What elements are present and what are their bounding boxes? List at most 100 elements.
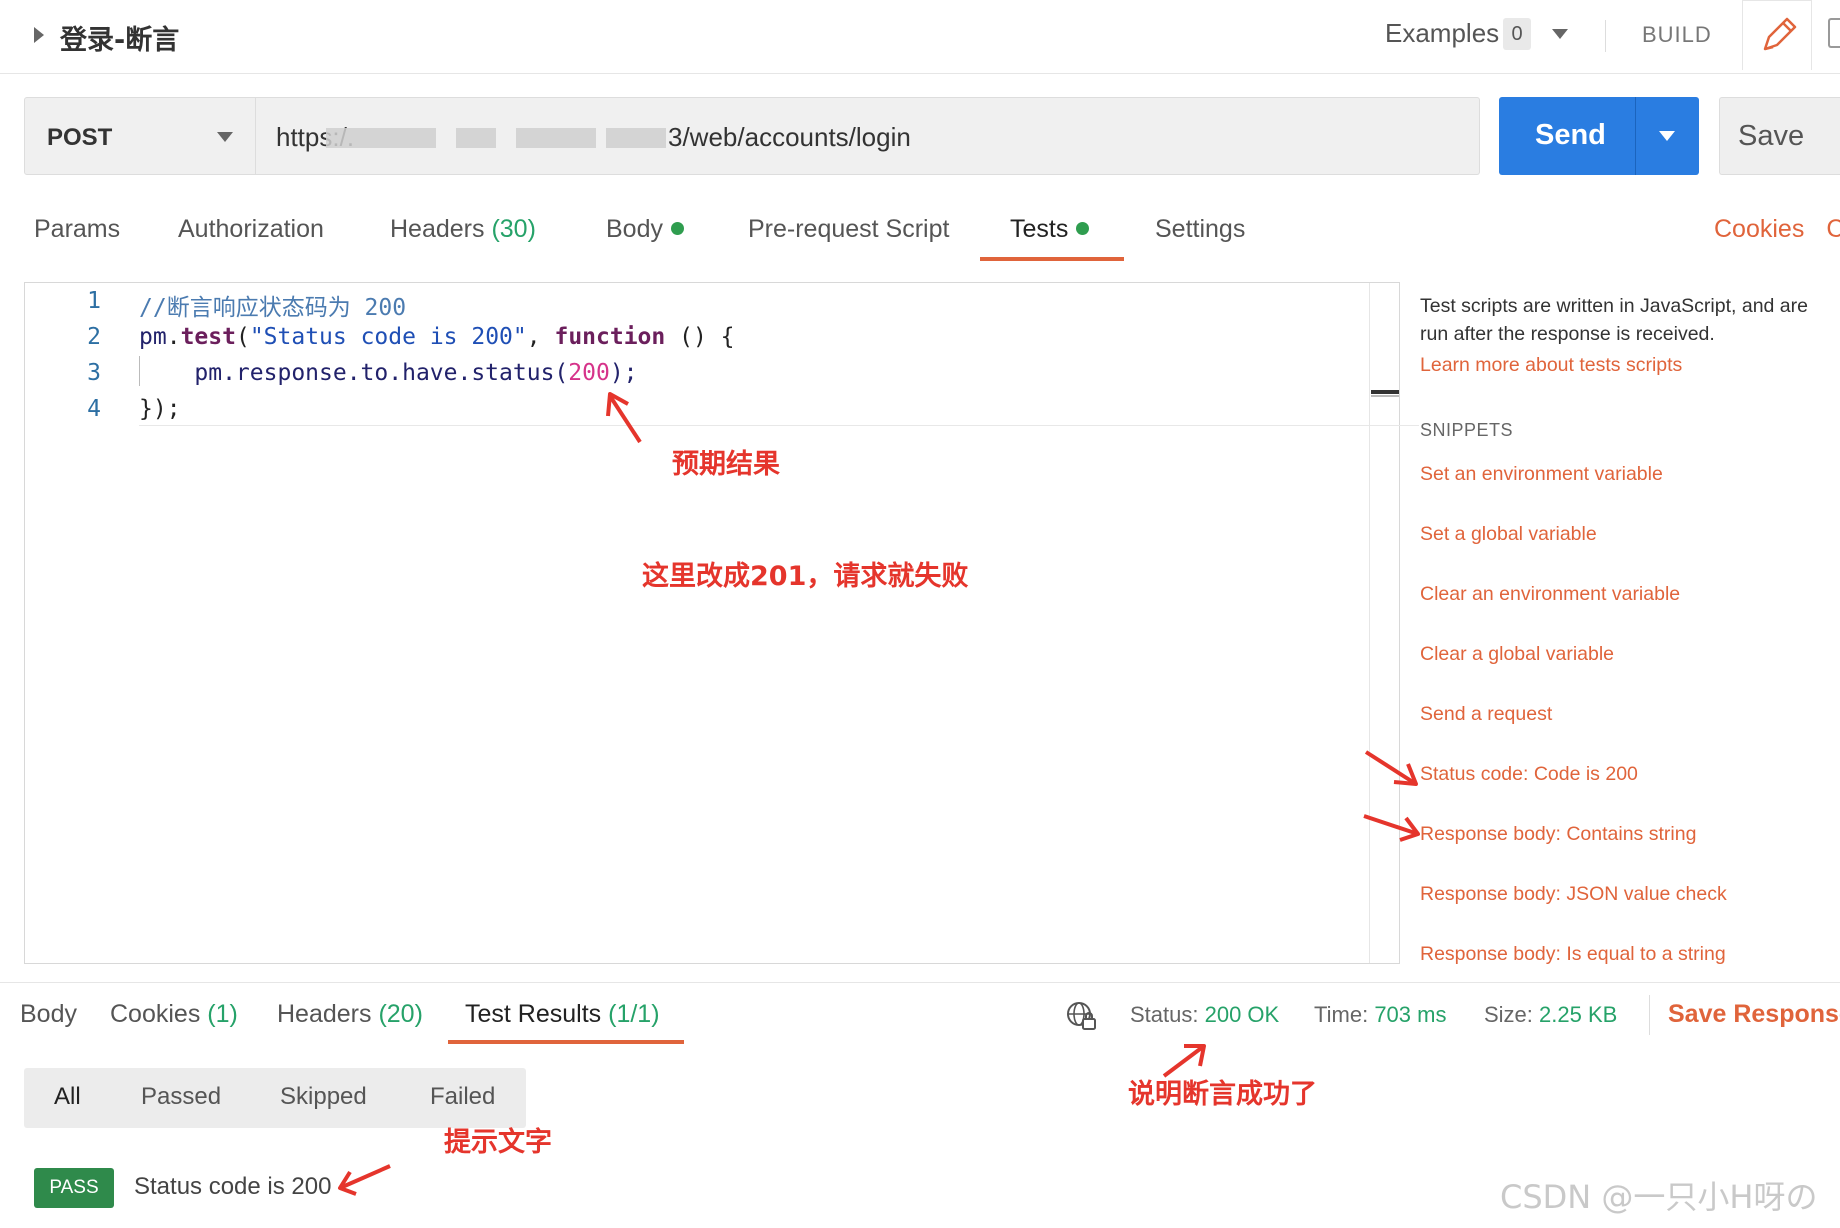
examples-dropdown-icon[interactable]	[1552, 29, 1568, 39]
snippet-item[interactable]: Response body: Is equal to a string	[1420, 943, 1726, 966]
test-result-name: Status code is 200	[134, 1173, 332, 1200]
annotation-arrow-icon	[606, 392, 642, 444]
line-number: 3	[87, 360, 101, 386]
tab-label: Headers	[390, 215, 485, 243]
response-divider	[0, 982, 1840, 983]
code-link-label[interactable]: C	[1826, 215, 1840, 243]
tab-label: Pre-request Script	[748, 215, 950, 243]
code-line-3: pm.response.to.have.status(200);	[139, 360, 638, 386]
tab-count: (1/1)	[608, 1000, 660, 1028]
tab-label: Body	[606, 215, 663, 243]
annotation-arrow-icon	[338, 1164, 391, 1196]
response-tab-headers[interactable]: Headers (20)	[277, 1000, 423, 1029]
code-line-1: //断言响应状态码为 200	[139, 295, 407, 321]
redacted-region	[326, 128, 436, 148]
stat-value: 703 ms	[1374, 1002, 1447, 1027]
globe-lock-icon[interactable]	[1065, 1000, 1097, 1032]
url-input[interactable]: https:/. 3/web/accounts/login	[256, 97, 1480, 175]
tab-count: (20)	[378, 1000, 423, 1028]
annotation-change-note: 这里改成201，请求就失败	[642, 561, 969, 592]
tab-pre-request-script[interactable]: Pre-request Script	[748, 215, 949, 244]
code-token: pm.response.to.have.status(	[139, 360, 569, 386]
collapse-caret-icon[interactable]	[34, 27, 44, 43]
tab-body[interactable]: Body	[606, 215, 684, 244]
code-token: .	[166, 324, 181, 350]
filter-passed[interactable]: Passed	[141, 1083, 221, 1111]
examples-button[interactable]: Examples	[1385, 18, 1499, 49]
code-token: pm	[139, 324, 167, 350]
snippet-item[interactable]: Status code: Code is 200	[1420, 763, 1638, 786]
tab-label: Tests	[1010, 215, 1069, 243]
cookies-link[interactable]: Cookies C	[1714, 215, 1840, 244]
save-response-button[interactable]: Save Response	[1668, 1000, 1840, 1029]
line-number: 1	[87, 288, 101, 314]
request-title[interactable]: 登录-断言	[60, 18, 179, 57]
line-number: 2	[87, 324, 101, 350]
response-tab-cookies[interactable]: Cookies (1)	[110, 1000, 238, 1029]
filter-all[interactable]: All	[54, 1083, 81, 1111]
save-button[interactable]: Save	[1719, 97, 1840, 175]
tab-label: Params	[34, 215, 121, 243]
tab-label: Headers	[277, 1000, 372, 1028]
snippet-item[interactable]: Clear a global variable	[1420, 643, 1614, 666]
snippet-item[interactable]: Response body: Contains string	[1420, 823, 1696, 846]
redacted-region	[516, 128, 596, 148]
tab-headers[interactable]: Headers (30)	[390, 215, 536, 244]
tab-label: Settings	[1155, 215, 1246, 243]
response-tab-body[interactable]: Body	[20, 1000, 77, 1029]
response-size: Size: 2.25 KB	[1484, 1002, 1617, 1028]
learn-more-link[interactable]: Learn more about tests scripts	[1420, 354, 1682, 377]
tab-label: Test Results	[465, 1000, 602, 1028]
code-token: () {	[665, 324, 735, 350]
build-mode-button[interactable]: BUILD	[1642, 22, 1712, 48]
snippet-item[interactable]: Set a global variable	[1420, 523, 1597, 546]
tab-count: (1)	[207, 1000, 238, 1028]
send-dropdown-icon[interactable]	[1659, 131, 1675, 141]
code-token: );	[609, 360, 638, 386]
code-line-4: });	[139, 396, 181, 422]
response-tab-test-results[interactable]: Test Results (1/1)	[465, 1000, 660, 1029]
tab-label: Authorization	[178, 215, 324, 243]
code-token: test	[180, 324, 236, 350]
pencil-icon	[1763, 17, 1797, 51]
stat-value: 2.25 KB	[1539, 1002, 1618, 1027]
tab-tests[interactable]: Tests	[1010, 215, 1090, 244]
status-code-value: 200	[568, 360, 610, 386]
edit-button[interactable]	[1742, 0, 1812, 70]
tab-settings[interactable]: Settings	[1155, 215, 1245, 244]
response-status: Status: 200 OK	[1130, 1002, 1279, 1028]
send-button[interactable]: Send	[1499, 97, 1699, 175]
code-token: "Status code is 200"	[249, 324, 527, 350]
watermark: CSDN @一只小H呀の	[1500, 1178, 1818, 1216]
send-split-divider	[1635, 97, 1636, 175]
method-label: POST	[47, 124, 113, 151]
modified-dot-icon	[1076, 222, 1090, 235]
filter-skipped[interactable]: Skipped	[280, 1083, 367, 1111]
code-line-2: pm.test("Status code is 200", function (…	[139, 324, 735, 350]
documentation-icon[interactable]	[1828, 18, 1840, 48]
tab-label: Cookies	[110, 1000, 201, 1028]
tests-script-editor[interactable]: 1 2 3 4 //断言响应状态码为 200 pm.test("Status c…	[24, 282, 1419, 964]
tab-params[interactable]: Params	[34, 215, 120, 244]
snippets-description: Test scripts are written in JavaScript, …	[1420, 295, 1808, 345]
snippet-item[interactable]: Response body: JSON value check	[1420, 883, 1727, 906]
line-number: 4	[87, 396, 101, 422]
snippet-item[interactable]: Send a request	[1420, 703, 1552, 726]
method-select[interactable]: POST	[24, 97, 256, 175]
filter-failed[interactable]: Failed	[430, 1083, 495, 1111]
snippet-item[interactable]: Clear an environment variable	[1420, 583, 1680, 606]
snippet-item[interactable]: Set an environment variable	[1420, 463, 1663, 486]
send-label: Send	[1535, 119, 1606, 151]
tab-authorization[interactable]: Authorization	[178, 215, 324, 244]
cookies-label: Cookies	[1714, 215, 1805, 243]
annotation-arrow-icon	[1364, 750, 1418, 786]
tab-label: Body	[20, 1000, 77, 1028]
test-results-filter: All Passed Skipped Failed	[24, 1068, 526, 1128]
editor-scrollbar-track[interactable]	[1369, 283, 1370, 963]
annotation-arrow-icon	[1363, 814, 1420, 842]
redacted-region	[606, 128, 666, 148]
scroll-position-marker	[1371, 390, 1399, 394]
stat-label: Time:	[1314, 1002, 1369, 1027]
url-end: 3/web/accounts/login	[668, 122, 911, 152]
code-token: function	[554, 324, 666, 350]
